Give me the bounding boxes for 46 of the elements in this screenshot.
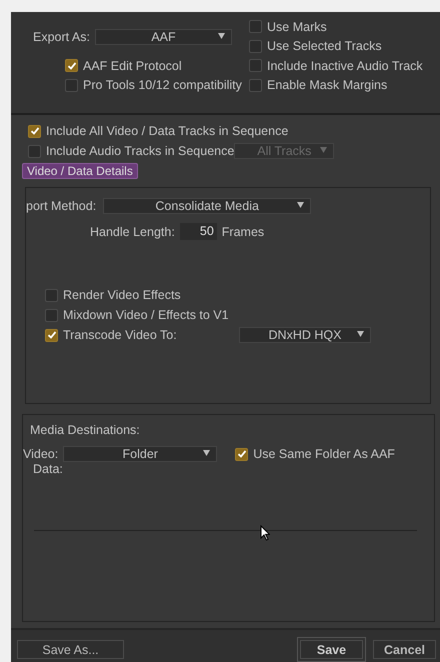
field-label: Video: xyxy=(23,447,58,461)
codec-dropdown[interactable]: DNxHD HQX xyxy=(239,327,371,343)
checkbox[interactable] xyxy=(45,328,58,342)
caret-icon xyxy=(357,331,364,337)
checkbox-label: Use Marks xyxy=(267,20,327,34)
checkbox-label: Include Audio Tracks in Sequence xyxy=(46,144,234,158)
field-label: Handle Length: xyxy=(90,224,175,238)
field-label: port Method: xyxy=(26,199,96,213)
details-tab[interactable]: Video / Data Details xyxy=(22,163,138,179)
checkbox[interactable] xyxy=(65,78,78,92)
checkbox-label: Include Inactive Audio Track xyxy=(267,58,423,73)
destination-dropdown[interactable]: Folder xyxy=(63,446,218,462)
checkbox-label: Pro Tools 10/12 compatibility xyxy=(83,78,242,92)
handle-length-field[interactable]: 50 xyxy=(180,223,217,240)
checkbox[interactable] xyxy=(249,40,262,53)
mouse-pointer-icon xyxy=(260,525,270,541)
checkbox-label: Use Selected Tracks xyxy=(267,39,382,54)
checkbox[interactable] xyxy=(28,144,41,158)
export-format-dropdown[interactable]: AAF xyxy=(94,28,232,44)
checkbox[interactable] xyxy=(249,59,262,72)
checkbox-label: Transcode Video To: xyxy=(63,328,178,342)
checkbox-label: AAF Edit Protocol xyxy=(83,58,182,73)
checkbox[interactable] xyxy=(45,308,58,322)
section-title: Media Destinations: xyxy=(30,423,141,437)
dialog-button[interactable]: Cancel xyxy=(373,640,436,659)
checkbox[interactable] xyxy=(65,59,78,72)
checkbox-label: Mixdown Video / Effects to V1 xyxy=(63,308,230,322)
checkbox[interactable] xyxy=(249,78,262,92)
checkbox-label: Use Same Folder As AAF xyxy=(253,447,395,461)
caret-icon xyxy=(297,202,304,208)
dialog-button[interactable]: Save xyxy=(300,640,363,659)
field-label: Export As: xyxy=(33,30,90,44)
checkbox-label: Enable Mask Margins xyxy=(267,78,388,92)
checkbox[interactable] xyxy=(28,124,41,138)
caret-icon xyxy=(320,147,328,153)
checkbox[interactable] xyxy=(45,288,58,302)
checkbox-label: Render Video Effects xyxy=(63,288,182,302)
unit-label: Frames xyxy=(222,224,264,238)
dialog-button[interactable]: Save As... xyxy=(17,640,124,659)
export-method-dropdown[interactable]: Consolidate Media xyxy=(103,198,312,214)
caret-icon xyxy=(203,450,210,456)
field-label: Data: xyxy=(33,462,64,476)
checkbox[interactable] xyxy=(249,20,262,34)
checkbox[interactable] xyxy=(235,448,248,460)
checkbox-label: Include All Video / Data Tracks in Sequence xyxy=(46,124,288,138)
caret-icon xyxy=(218,32,225,38)
